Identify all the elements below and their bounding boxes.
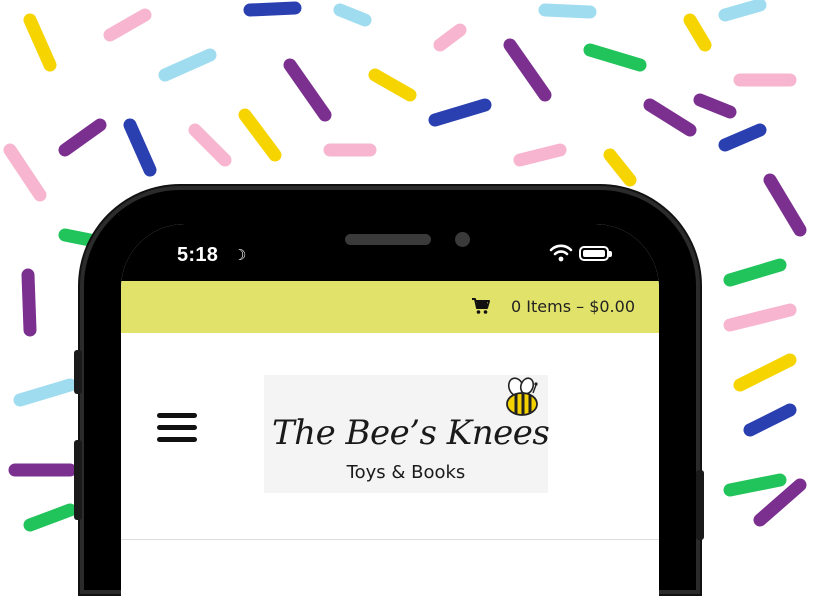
moon-icon: ☽ <box>233 246 247 264</box>
logo-subtitle: Toys & Books <box>346 462 466 483</box>
sprinkle <box>158 48 217 82</box>
sprinkle <box>693 93 737 119</box>
sprinkle <box>718 0 767 22</box>
sprinkle <box>333 3 372 27</box>
sprinkle <box>428 98 492 127</box>
phone-side-button <box>74 350 82 394</box>
speaker-grille <box>345 234 431 245</box>
phone-screen: 5:18 ☽ 0 Items – $0.00 The Bee’s Knees T… <box>121 224 659 604</box>
sprinkle <box>58 118 107 157</box>
sprinkle <box>763 173 807 237</box>
phone-side-button <box>696 470 704 540</box>
sprinkle <box>433 23 467 52</box>
status-bar: 5:18 ☽ <box>121 224 659 281</box>
sprinkle <box>3 143 47 202</box>
logo-title: The Bee’s Knees <box>272 413 550 453</box>
sprinkle <box>733 353 797 392</box>
shopping-cart-icon[interactable] <box>471 297 491 315</box>
sprinkle <box>753 478 807 527</box>
sprinkle <box>238 108 282 162</box>
top-bar: 0 Items – $0.00 <box>121 281 659 333</box>
phone-side-button <box>74 440 82 520</box>
sprinkle <box>723 258 787 287</box>
sprinkle <box>23 503 77 532</box>
sprinkle <box>723 473 787 497</box>
sprinkle <box>643 98 697 137</box>
hamburger-menu-icon[interactable] <box>157 413 197 447</box>
phone-frame: 5:18 ☽ 0 Items – $0.00 The Bee’s Knees T… <box>74 190 704 604</box>
sprinkle <box>743 403 797 437</box>
battery-icon <box>579 246 612 261</box>
sprinkle <box>513 143 567 167</box>
sprinkle <box>123 118 157 177</box>
sprinkle <box>103 8 152 42</box>
sprinkle <box>503 38 552 102</box>
sprinkle <box>718 123 767 152</box>
front-camera <box>455 232 470 247</box>
phone-notch <box>245 224 537 266</box>
status-time: 5:18 <box>177 244 219 266</box>
cart-summary-link[interactable]: 0 Items – $0.00 <box>511 297 635 316</box>
site-logo[interactable]: The Bee’s Knees Toys & Books <box>264 375 550 493</box>
sprinkle <box>603 148 637 187</box>
sprinkle <box>683 13 712 52</box>
sprinkle <box>368 68 417 102</box>
sprinkle <box>283 58 332 122</box>
header-divider <box>121 539 659 540</box>
sprinkle <box>13 378 77 407</box>
wifi-icon <box>549 244 573 262</box>
sprinkle <box>188 123 232 167</box>
sprinkle <box>23 13 57 72</box>
sprinkle <box>538 3 597 19</box>
sprinkle <box>21 268 37 337</box>
sprinkle <box>723 303 797 332</box>
site-header: The Bee’s Knees Toys & Books <box>121 333 659 604</box>
sprinkle <box>583 43 647 72</box>
sprinkle <box>243 1 302 17</box>
sprinkle <box>58 228 97 247</box>
